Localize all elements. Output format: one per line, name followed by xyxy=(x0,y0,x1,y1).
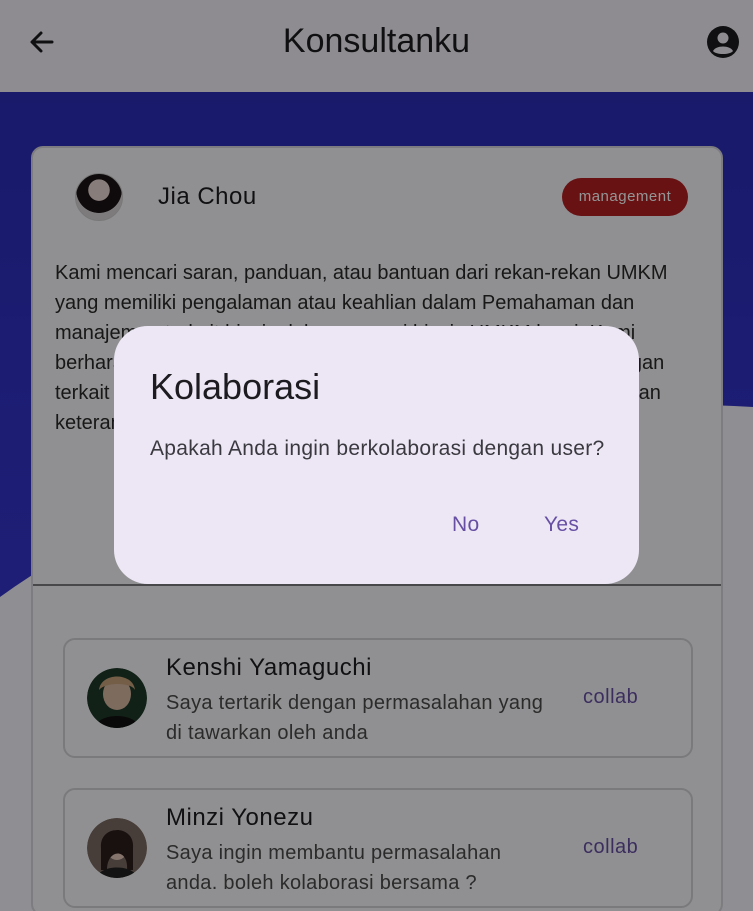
collaboration-dialog: Kolaborasi Apakah Anda ingin berkolabora… xyxy=(114,326,639,584)
dialog-title: Kolaborasi xyxy=(150,366,321,407)
yes-button[interactable]: Yes xyxy=(544,513,579,537)
no-button[interactable]: No xyxy=(452,513,479,537)
dialog-message: Apakah Anda ingin berkolaborasi dengan u… xyxy=(150,437,605,460)
